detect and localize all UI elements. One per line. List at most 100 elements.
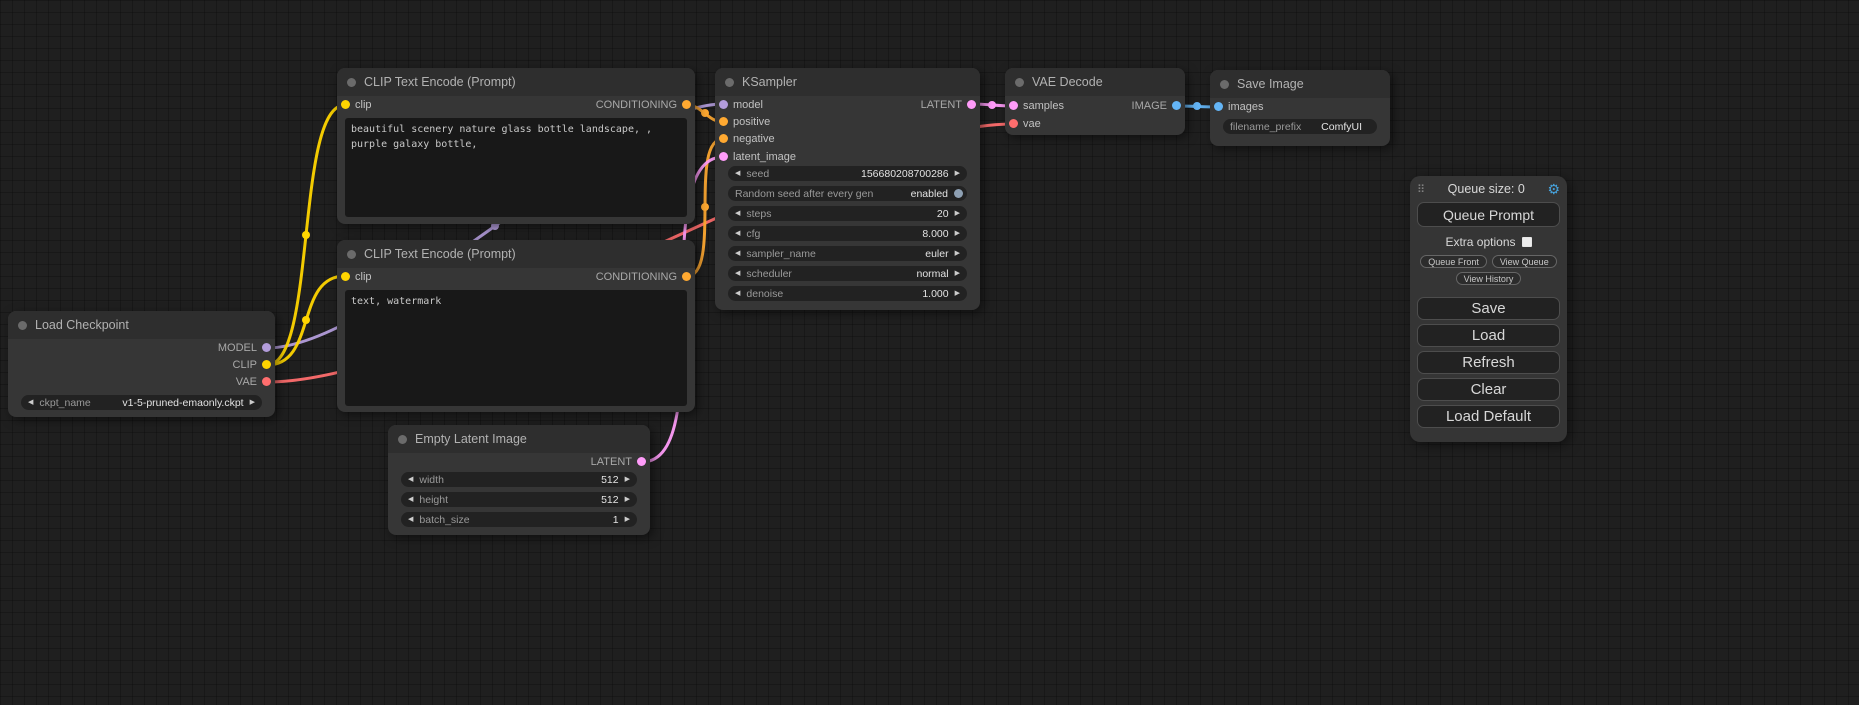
input-slot-clip[interactable]: clip bbox=[341, 96, 372, 113]
collapse-icon[interactable] bbox=[18, 321, 27, 330]
node-header[interactable]: Save Image bbox=[1210, 70, 1390, 98]
decrement-arrow-icon[interactable]: ◀ bbox=[735, 206, 740, 221]
slot-dot-latent[interactable] bbox=[719, 152, 728, 161]
input-slot-clip[interactable]: clip bbox=[341, 268, 372, 285]
settings-gear-icon[interactable]: ⚙ bbox=[1547, 181, 1560, 198]
output-slot-image[interactable]: IMAGE bbox=[1132, 97, 1181, 114]
increment-arrow-icon[interactable]: ▶ bbox=[955, 166, 960, 181]
slot-dot-vae[interactable] bbox=[262, 377, 271, 386]
increment-arrow-icon[interactable]: ▶ bbox=[955, 206, 960, 221]
decrement-arrow-icon[interactable]: ◀ bbox=[735, 166, 740, 181]
slot-dot-model[interactable] bbox=[719, 100, 728, 109]
node-header[interactable]: VAE Decode bbox=[1005, 68, 1185, 96]
output-slot-model[interactable]: MODEL bbox=[218, 339, 271, 356]
node-header[interactable]: KSampler bbox=[715, 68, 980, 96]
slot-dot-image[interactable] bbox=[1172, 101, 1181, 110]
decrement-arrow-icon[interactable]: ◀ bbox=[28, 395, 33, 410]
slot-dot-model[interactable] bbox=[262, 343, 271, 352]
node-clip-text-encode-positive[interactable]: CLIP Text Encode (Prompt) clip CONDITION… bbox=[337, 68, 695, 224]
increment-arrow-icon[interactable]: ▶ bbox=[955, 246, 960, 261]
input-slot-samples[interactable]: samples bbox=[1009, 97, 1064, 114]
decrement-arrow-icon[interactable]: ◀ bbox=[408, 472, 413, 487]
input-slot-model[interactable]: model bbox=[719, 96, 763, 113]
collapse-icon[interactable] bbox=[347, 78, 356, 87]
slot-dot-latent[interactable] bbox=[967, 100, 976, 109]
toggle-dot-icon[interactable] bbox=[954, 189, 963, 198]
input-slot-images[interactable]: images bbox=[1214, 98, 1263, 115]
decrement-arrow-icon[interactable]: ◀ bbox=[735, 246, 740, 261]
output-slot-vae[interactable]: VAE bbox=[236, 373, 271, 390]
input-slot-vae[interactable]: vae bbox=[1009, 115, 1041, 132]
slot-dot-latent[interactable] bbox=[1009, 101, 1018, 110]
input-slot-latent-image[interactable]: latent_image bbox=[719, 148, 796, 165]
decrement-arrow-icon[interactable]: ◀ bbox=[735, 266, 740, 281]
output-slot-latent[interactable]: LATENT bbox=[921, 96, 976, 113]
widget-seed[interactable]: ◀ seed 156680208700286 ▶ bbox=[728, 166, 967, 181]
input-slot-positive[interactable]: positive bbox=[719, 113, 770, 130]
slot-dot-clip[interactable] bbox=[341, 272, 350, 281]
node-vae-decode[interactable]: VAE Decode samples vae IMAGE bbox=[1005, 68, 1185, 135]
widget-scheduler[interactable]: ◀ scheduler normal ▶ bbox=[728, 266, 967, 281]
slot-dot-vae[interactable] bbox=[1009, 119, 1018, 128]
node-load-checkpoint[interactable]: Load Checkpoint MODEL CLIP VAE ◀ ckpt_na… bbox=[8, 311, 275, 417]
load-button[interactable]: Load bbox=[1417, 324, 1560, 347]
increment-arrow-icon[interactable]: ▶ bbox=[625, 492, 630, 507]
widget-height[interactable]: ◀ height 512 ▶ bbox=[401, 492, 637, 507]
view-history-button[interactable]: View History bbox=[1456, 272, 1522, 285]
widget-width[interactable]: ◀ width 512 ▶ bbox=[401, 472, 637, 487]
collapse-icon[interactable] bbox=[1015, 78, 1024, 87]
output-slot-clip[interactable]: CLIP bbox=[233, 356, 271, 373]
slot-dot-conditioning[interactable] bbox=[682, 100, 691, 109]
prompt-textarea[interactable]: text, watermark bbox=[345, 290, 687, 406]
slot-dot-conditioning[interactable] bbox=[719, 134, 728, 143]
input-slot-negative[interactable]: negative bbox=[719, 130, 775, 147]
widget-batch-size[interactable]: ◀ batch_size 1 ▶ bbox=[401, 512, 637, 527]
prompt-textarea[interactable]: beautiful scenery nature glass bottle la… bbox=[345, 118, 687, 217]
collapse-icon[interactable] bbox=[725, 78, 734, 87]
output-slot-conditioning[interactable]: CONDITIONING bbox=[596, 96, 691, 113]
increment-arrow-icon[interactable]: ▶ bbox=[955, 286, 960, 301]
decrement-arrow-icon[interactable]: ◀ bbox=[408, 492, 413, 507]
node-header[interactable]: Load Checkpoint bbox=[8, 311, 275, 339]
increment-arrow-icon[interactable]: ▶ bbox=[625, 512, 630, 527]
slot-dot-clip[interactable] bbox=[341, 100, 350, 109]
output-slot-latent[interactable]: LATENT bbox=[591, 453, 646, 470]
view-queue-button[interactable]: View Queue bbox=[1492, 255, 1557, 268]
widget-filename-prefix[interactable]: filename_prefix ComfyUI bbox=[1223, 119, 1377, 134]
save-button[interactable]: Save bbox=[1417, 297, 1560, 320]
refresh-button[interactable]: Refresh bbox=[1417, 351, 1560, 374]
slot-dot-clip[interactable] bbox=[262, 360, 271, 369]
widget-steps[interactable]: ◀ steps 20 ▶ bbox=[728, 206, 967, 221]
decrement-arrow-icon[interactable]: ◀ bbox=[735, 286, 740, 301]
increment-arrow-icon[interactable]: ▶ bbox=[955, 266, 960, 281]
queue-front-button[interactable]: Queue Front bbox=[1420, 255, 1487, 268]
decrement-arrow-icon[interactable]: ◀ bbox=[735, 226, 740, 241]
slot-dot-conditioning[interactable] bbox=[682, 272, 691, 281]
node-empty-latent-image[interactable]: Empty Latent Image LATENT ◀ width 512 ▶ … bbox=[388, 425, 650, 535]
widget-random-seed-control[interactable]: Random seed after every gen enabled bbox=[728, 186, 967, 201]
clear-button[interactable]: Clear bbox=[1417, 378, 1560, 401]
queue-panel[interactable]: ⠿ Queue size: 0 ⚙ Queue Prompt Extra opt… bbox=[1410, 176, 1567, 442]
collapse-icon[interactable] bbox=[398, 435, 407, 444]
load-default-button[interactable]: Load Default bbox=[1417, 405, 1560, 428]
increment-arrow-icon[interactable]: ▶ bbox=[625, 472, 630, 487]
slot-dot-latent[interactable] bbox=[637, 457, 646, 466]
node-header[interactable]: Empty Latent Image bbox=[388, 425, 650, 453]
slot-dot-image[interactable] bbox=[1214, 102, 1223, 111]
widget-denoise[interactable]: ◀ denoise 1.000 ▶ bbox=[728, 286, 967, 301]
queue-prompt-button[interactable]: Queue Prompt bbox=[1417, 202, 1560, 227]
widget-cfg[interactable]: ◀ cfg 8.000 ▶ bbox=[728, 226, 967, 241]
widget-ckpt-name[interactable]: ◀ ckpt_name v1-5-pruned-emaonly.ckpt ▶ bbox=[21, 395, 262, 410]
node-graph-canvas[interactable]: Load Checkpoint MODEL CLIP VAE ◀ ckpt_na… bbox=[0, 0, 1859, 705]
node-clip-text-encode-negative[interactable]: CLIP Text Encode (Prompt) clip CONDITION… bbox=[337, 240, 695, 412]
increment-arrow-icon[interactable]: ▶ bbox=[250, 395, 255, 410]
node-header[interactable]: CLIP Text Encode (Prompt) bbox=[337, 240, 695, 268]
collapse-icon[interactable] bbox=[1220, 80, 1229, 89]
node-save-image[interactable]: Save Image images filename_prefix ComfyU… bbox=[1210, 70, 1390, 146]
widget-sampler-name[interactable]: ◀ sampler_name euler ▶ bbox=[728, 246, 967, 261]
node-ksampler[interactable]: KSampler model positive negative latent_… bbox=[715, 68, 980, 310]
queue-panel-header[interactable]: ⠿ Queue size: 0 ⚙ bbox=[1417, 180, 1560, 198]
extra-options-checkbox[interactable] bbox=[1522, 237, 1532, 247]
decrement-arrow-icon[interactable]: ◀ bbox=[408, 512, 413, 527]
output-slot-conditioning[interactable]: CONDITIONING bbox=[596, 268, 691, 285]
